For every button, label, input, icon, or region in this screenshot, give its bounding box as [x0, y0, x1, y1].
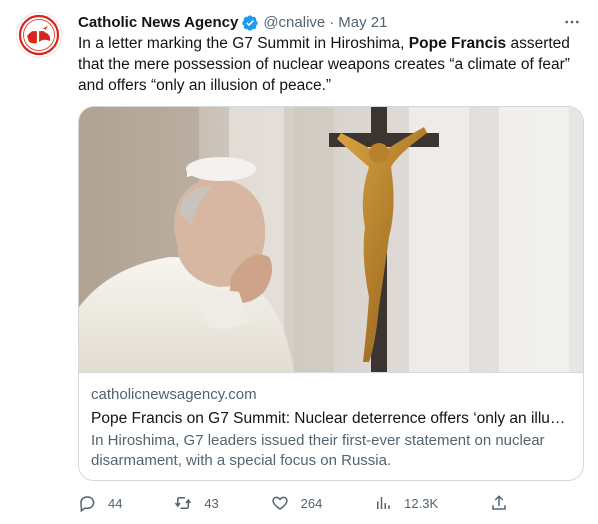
header-separator: ·	[329, 14, 335, 31]
tweet-text-before: In a letter marking the G7 Summit in Hir…	[78, 35, 409, 52]
tweet-date[interactable]: May 21	[338, 13, 387, 33]
views-icon	[377, 497, 390, 509]
heart-icon	[271, 496, 288, 510]
like-button[interactable]: 264	[271, 494, 323, 512]
card-title: Pope Francis on G7 Summit: Nuclear deter…	[91, 410, 573, 427]
reply-button[interactable]: 44	[78, 494, 122, 512]
verified-badge-icon	[241, 14, 259, 32]
card-description: In Hiroshima, G7 leaders issued their fi…	[91, 432, 545, 469]
reply-icon	[80, 496, 95, 512]
more-icon[interactable]	[562, 12, 582, 32]
share-button[interactable]	[490, 494, 508, 512]
like-count: 264	[300, 495, 323, 511]
link-card[interactable]: catholicnewsagency.com Pope Francis on G…	[78, 106, 584, 481]
author-handle[interactable]: @cnalive	[263, 13, 325, 33]
views-button[interactable]: 12.3K	[374, 494, 438, 512]
action-bar: 44 43 264 12.3K	[78, 492, 508, 514]
avatar[interactable]	[16, 12, 62, 58]
share-icon	[492, 495, 506, 510]
card-domain: catholicnewsagency.com	[91, 386, 257, 403]
card-body[interactable]: catholicnewsagency.com Pope Francis on G…	[79, 372, 583, 480]
reply-count: 44	[108, 495, 123, 511]
retweet-count: 43	[204, 495, 219, 511]
views-count: 12.3K	[404, 495, 439, 511]
card-image[interactable]	[79, 107, 583, 372]
author-name[interactable]: Catholic News Agency	[78, 13, 238, 33]
tweet-text: In a letter marking the G7 Summit in Hir…	[78, 33, 578, 96]
catholic-news-agency-logo	[18, 14, 60, 56]
retweet-icon	[175, 497, 192, 509]
retweet-button[interactable]: 43	[174, 494, 219, 512]
tweet[interactable]: Catholic News Agency @cnalive · May 21 I…	[0, 0, 598, 524]
tweet-mention-pope-francis: Pope Francis	[408, 35, 507, 52]
tweet-header: Catholic News Agency @cnalive · May 21	[78, 12, 582, 34]
